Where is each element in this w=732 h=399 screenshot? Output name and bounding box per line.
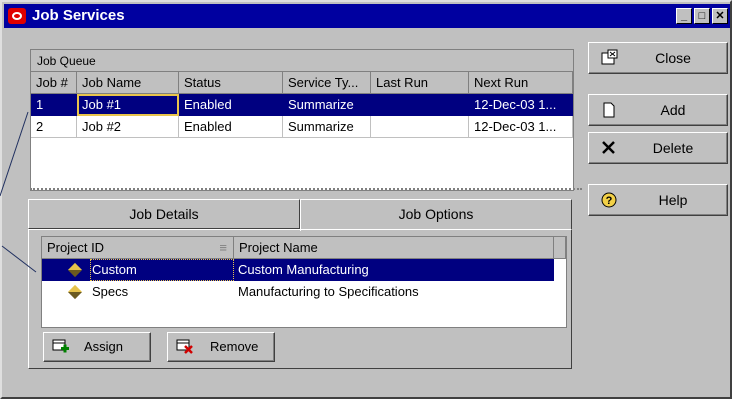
tab-job-options[interactable]: Job Options — [300, 199, 572, 231]
header-filler — [554, 237, 566, 259]
assign-label: Assign — [84, 339, 124, 354]
add-button[interactable]: Add — [588, 94, 728, 126]
assign-button[interactable]: Assign — [43, 332, 151, 362]
service-type-cell: Summarize — [283, 94, 371, 116]
remove-label: Remove — [210, 339, 259, 354]
last-run-cell — [371, 116, 469, 138]
remove-icon — [176, 339, 193, 354]
window-title: Job Services — [32, 7, 125, 24]
close-button[interactable]: Close — [588, 42, 728, 74]
job-queue-caption: Job Queue — [31, 50, 573, 72]
list-item[interactable]: Custom Custom Manufacturing — [42, 259, 554, 281]
add-label: Add — [660, 102, 686, 118]
job-queue-header: Job # Job Name Status Service Ty... Last… — [31, 72, 573, 94]
splitter-handle[interactable] — [30, 188, 582, 190]
maximize-button[interactable]: □ — [694, 8, 710, 24]
job-queue-grid[interactable]: Job Queue Job # Job Name Status Service … — [30, 49, 574, 191]
column-header-service-type[interactable]: Service Ty... — [283, 72, 371, 94]
project-name-cell: Custom Manufacturing — [238, 262, 369, 277]
close-window-button[interactable]: ✕ — [712, 8, 728, 24]
service-type-cell: Summarize — [283, 116, 371, 138]
project-name-cell: Manufacturing to Specifications — [238, 284, 419, 299]
help-button[interactable]: ? Help — [588, 184, 728, 216]
close-label: Close — [655, 50, 691, 66]
table-row[interactable]: 1 Job #1 Enabled Summarize 12-Dec-03 1..… — [31, 94, 573, 116]
table-row[interactable]: 2 Job #2 Enabled Summarize 12-Dec-03 1..… — [31, 116, 573, 138]
assign-icon — [52, 339, 69, 353]
delete-label: Delete — [652, 140, 694, 156]
job-name-cell[interactable]: Job #1 — [77, 94, 179, 116]
remove-button[interactable]: Remove — [167, 332, 275, 362]
status-cell: Enabled — [179, 94, 283, 116]
project-id-cell: Specs — [92, 284, 129, 299]
last-run-cell — [371, 94, 469, 116]
next-run-cell: 12-Dec-03 1... — [469, 116, 573, 138]
job-tabs: Job Details Job Options Project ID ≡ Pro… — [28, 199, 572, 369]
project-diamond-icon — [67, 284, 83, 300]
status-cell: Enabled — [179, 116, 283, 138]
list-item[interactable]: Specs Manufacturing to Specifications — [42, 281, 554, 303]
column-header-project-id[interactable]: Project ID ≡ — [42, 237, 234, 259]
job-name-cell[interactable]: Job #2 — [77, 116, 179, 138]
project-diamond-icon — [67, 262, 83, 278]
column-header-job-name[interactable]: Job Name — [77, 72, 179, 94]
title-bar[interactable]: Job Services _ □ ✕ — [4, 4, 730, 28]
help-label: Help — [658, 192, 688, 208]
next-run-cell: 12-Dec-03 1... — [469, 94, 573, 116]
minimize-button[interactable]: _ — [676, 8, 692, 24]
column-header-last-run[interactable]: Last Run — [371, 72, 469, 94]
job-options-panel: Project ID ≡ Project Name Custom Custom … — [28, 229, 572, 369]
callout-lines — [0, 111, 37, 273]
tab-job-details[interactable]: Job Details — [28, 199, 300, 229]
column-header-next-run[interactable]: Next Run — [469, 72, 573, 94]
delete-button[interactable]: Delete — [588, 132, 728, 164]
job-services-window: Job Services _ □ ✕ Job Queue Job # Job N… — [0, 0, 732, 399]
column-header-project-name[interactable]: Project Name — [234, 237, 554, 259]
column-resize-grip-icon: ≡ — [219, 240, 227, 255]
project-id-cell: Custom — [90, 259, 234, 281]
project-list[interactable]: Project ID ≡ Project Name Custom Custom … — [41, 236, 567, 328]
project-id-header-label: Project ID — [47, 240, 105, 255]
column-header-status[interactable]: Status — [179, 72, 283, 94]
